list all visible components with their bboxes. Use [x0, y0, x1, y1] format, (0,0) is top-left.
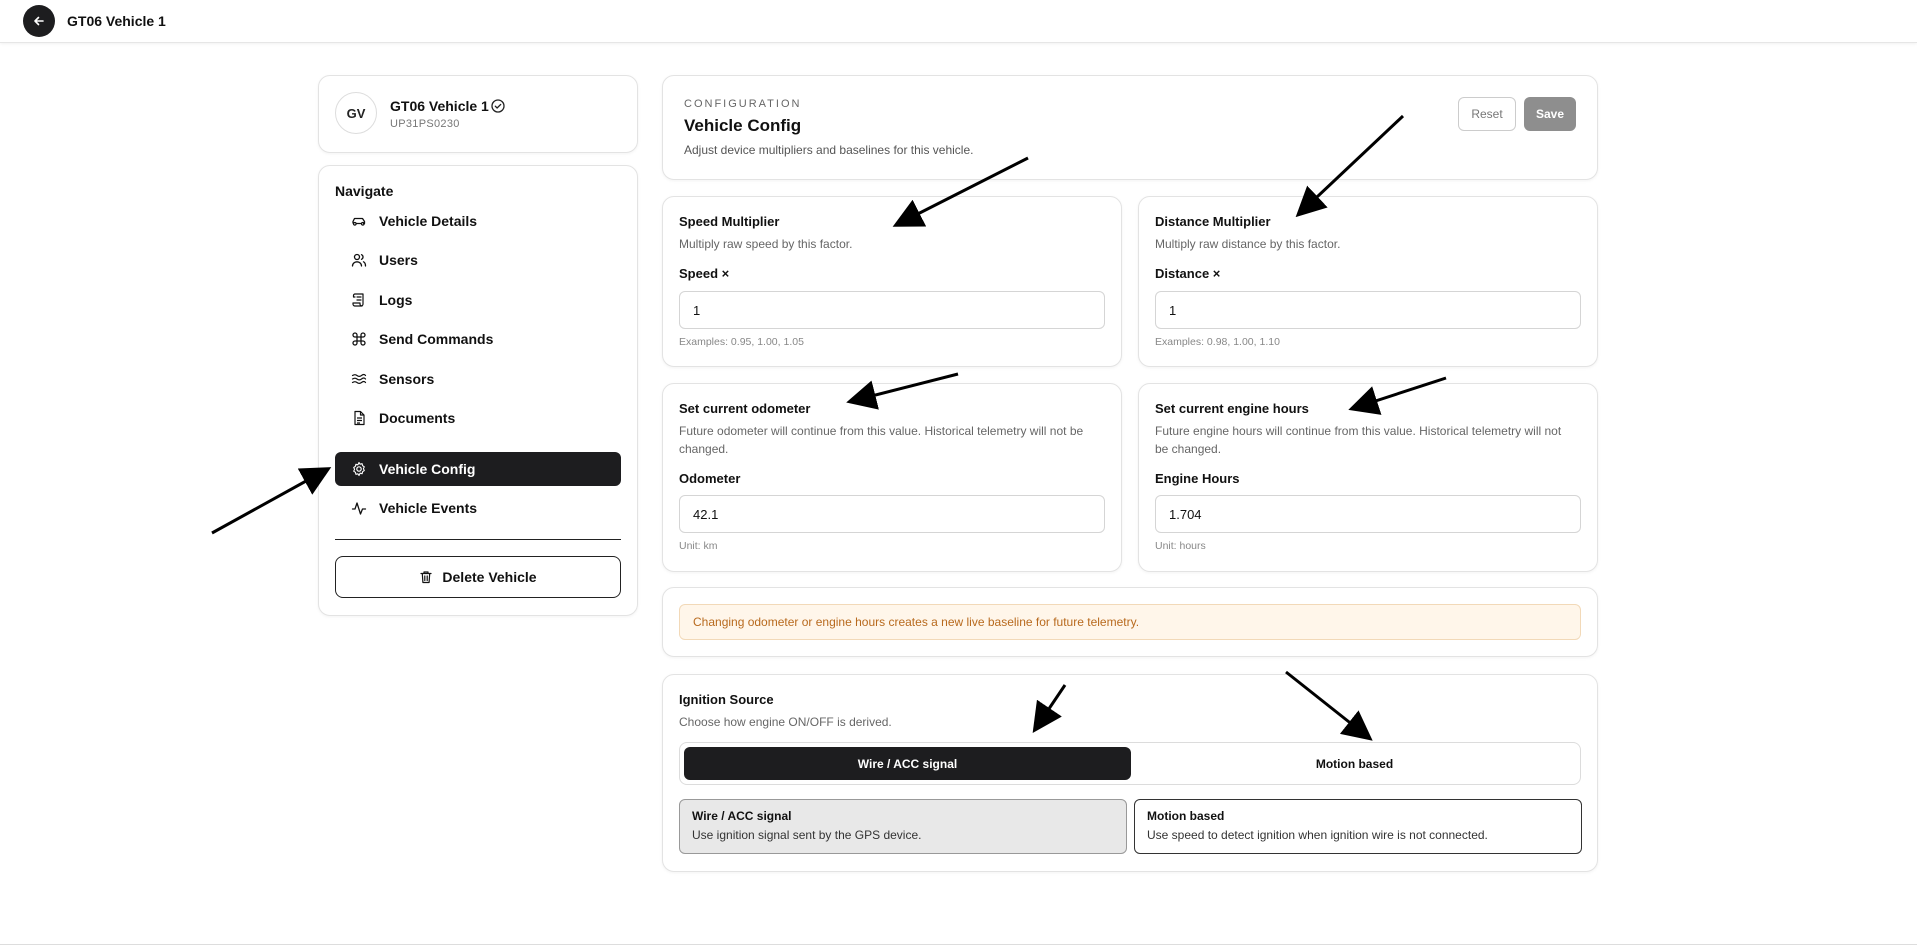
odometer-field-label: Odometer [679, 471, 741, 486]
sidebar-item-users[interactable]: Users [335, 243, 621, 277]
save-button[interactable]: Save [1524, 97, 1576, 131]
ignition-source-description: Choose how engine ON/OFF is derived. [679, 715, 892, 729]
speed-multiplier-input[interactable]: 1 [679, 291, 1105, 329]
engine-hours-unit-hint: Unit: hours [1155, 540, 1206, 552]
option-description: Use speed to detect ignition when igniti… [1147, 828, 1488, 842]
trash-icon [419, 570, 433, 584]
sidebar-item-label: Users [379, 252, 418, 268]
option-description: Use ignition signal sent by the GPS devi… [692, 828, 922, 842]
speed-multiplier-description: Multiply raw speed by this factor. [679, 237, 853, 251]
back-button[interactable] [23, 5, 55, 37]
odometer-unit-hint: Unit: km [679, 540, 718, 552]
engine-hours-card: Set current engine hours Future engine h… [1138, 383, 1598, 572]
section-eyebrow: CONFIGURATION [684, 98, 802, 110]
gear-icon [351, 461, 367, 477]
odometer-input[interactable]: 42.1 [679, 495, 1105, 533]
speed-examples-hint: Examples: 0.95, 1.00, 1.05 [679, 336, 804, 348]
delete-vehicle-button[interactable]: Delete Vehicle [335, 556, 621, 598]
distance-examples-hint: Examples: 0.98, 1.00, 1.10 [1155, 336, 1280, 348]
sidebar-item-label: Vehicle Details [379, 213, 478, 229]
sidebar-item-label: Send Commands [379, 331, 494, 347]
vehicle-name: GT06 Vehicle 1 [390, 98, 489, 114]
speed-multiplier-card: Speed Multiplier Multiply raw speed by t… [662, 196, 1122, 367]
top-bar: GT06 Vehicle 1 [0, 0, 1917, 43]
vehicle-plate: UP31PS0230 [390, 118, 460, 130]
document-icon [351, 410, 367, 426]
option-card-motion-based[interactable]: Motion based Use speed to detect ignitio… [1134, 799, 1582, 854]
nav-divider [335, 539, 621, 540]
vehicle-profile-card: GV GT06 Vehicle 1 UP31PS0230 [318, 75, 638, 153]
baseline-warning-card: Changing odometer or engine hours create… [662, 587, 1598, 657]
speed-multiplier-title: Speed Multiplier [679, 214, 780, 229]
baseline-warning-message: Changing odometer or engine hours create… [679, 604, 1581, 640]
speed-field-label: Speed × [679, 266, 730, 281]
sidebar-item-vehicle-events[interactable]: Vehicle Events [335, 491, 621, 525]
sidebar-item-sensors[interactable]: Sensors [335, 362, 621, 396]
sidebar-item-documents[interactable]: Documents [335, 401, 621, 435]
distance-field-label: Distance × [1155, 266, 1221, 281]
sidebar-item-vehicle-details[interactable]: Vehicle Details [335, 204, 621, 238]
activity-icon [351, 500, 367, 516]
ignition-segmented-control: Wire / ACC signal Motion based [679, 742, 1581, 785]
engine-hours-field-label: Engine Hours [1155, 471, 1240, 486]
annotation-arrow [211, 467, 332, 535]
section-title: Vehicle Config [684, 116, 802, 135]
segment-motion-based[interactable]: Motion based [1131, 747, 1578, 780]
odometer-card: Set current odometer Future odometer wil… [662, 383, 1122, 572]
section-subtitle: Adjust device multipliers and baselines … [684, 143, 974, 157]
sidebar-item-logs[interactable]: Logs [335, 283, 621, 317]
sidebar-item-label: Vehicle Events [379, 500, 478, 516]
command-icon [351, 331, 367, 347]
verified-check-icon [491, 99, 505, 118]
config-header-card: CONFIGURATION Vehicle Config Adjust devi… [662, 75, 1598, 180]
option-title: Motion based [1147, 809, 1225, 823]
engine-hours-title: Set current engine hours [1155, 401, 1309, 416]
sidebar-item-label: Sensors [379, 371, 435, 387]
sidebar-item-label: Logs [379, 292, 413, 308]
avatar: GV [335, 92, 377, 134]
distance-multiplier-title: Distance Multiplier [1155, 214, 1271, 229]
waves-icon [351, 371, 367, 387]
engine-hours-description: Future engine hours will continue from t… [1155, 424, 1562, 456]
reset-button[interactable]: Reset [1458, 97, 1516, 131]
scroll-icon [351, 292, 367, 308]
ignition-source-card: Ignition Source Choose how engine ON/OFF… [662, 674, 1598, 872]
car-icon [351, 213, 367, 229]
distance-multiplier-description: Multiply raw distance by this factor. [1155, 237, 1341, 251]
sidebar-item-label: Documents [379, 410, 456, 426]
page-title: GT06 Vehicle 1 [67, 13, 166, 29]
engine-hours-input[interactable]: 1.704 [1155, 495, 1581, 533]
odometer-description: Future odometer will continue from this … [679, 424, 1084, 456]
distance-multiplier-card: Distance Multiplier Multiply raw distanc… [1138, 196, 1598, 367]
users-icon [351, 252, 367, 268]
nav-heading: Navigate [335, 183, 394, 199]
option-card-wire-acc-signal[interactable]: Wire / ACC signal Use ignition signal se… [679, 799, 1127, 854]
sidebar-item-send-commands[interactable]: Send Commands [335, 322, 621, 356]
distance-multiplier-input[interactable]: 1 [1155, 291, 1581, 329]
odometer-title: Set current odometer [679, 401, 811, 416]
segment-wire-acc-signal[interactable]: Wire / ACC signal [684, 747, 1131, 780]
delete-vehicle-label: Delete Vehicle [442, 569, 537, 585]
option-title: Wire / ACC signal [692, 809, 792, 823]
sidebar-item-label: Vehicle Config [379, 461, 476, 477]
sidebar-item-vehicle-config[interactable]: Vehicle Config [335, 452, 621, 486]
arrow-left-icon [33, 15, 45, 27]
navigation-card: Navigate Vehicle Details Users Logs Send… [318, 165, 638, 616]
ignition-source-title: Ignition Source [679, 692, 774, 707]
